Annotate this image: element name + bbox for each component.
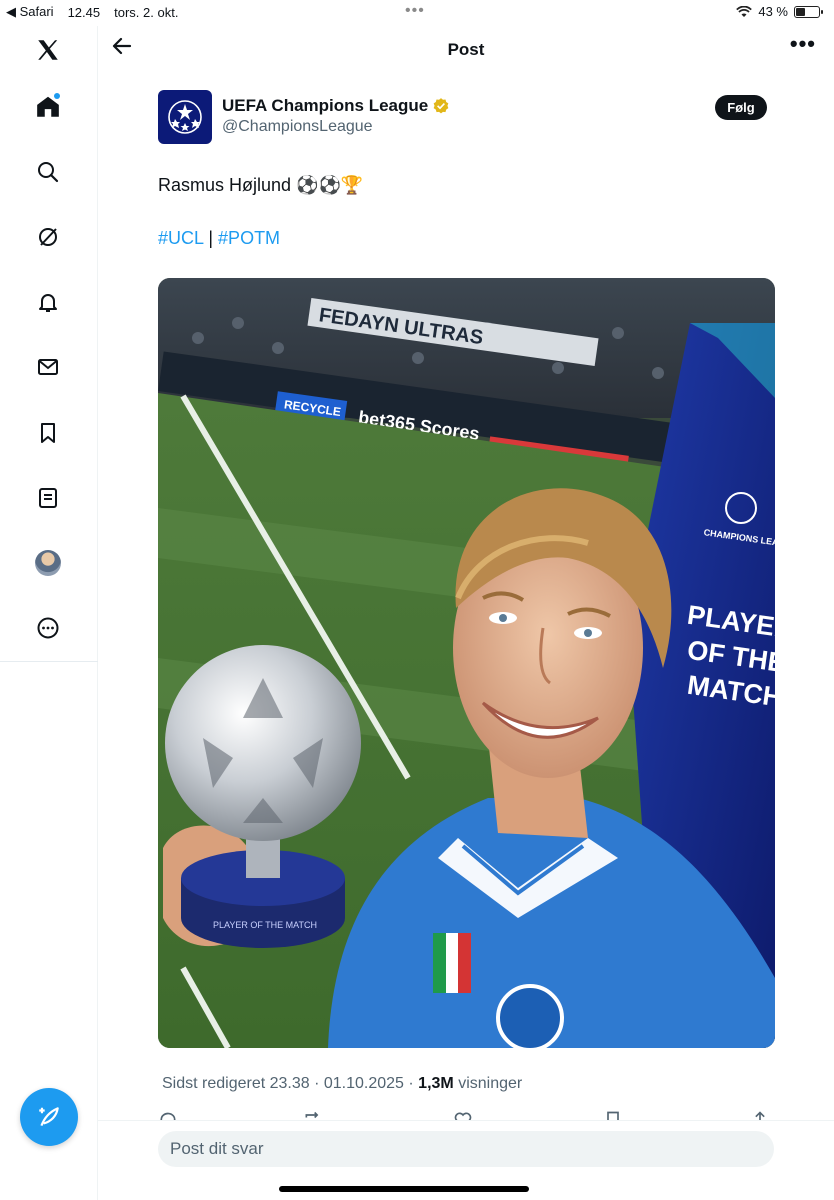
views-count: 1,3M xyxy=(418,1075,454,1092)
more-circle-icon[interactable] xyxy=(30,610,66,646)
trophy-base-text: PLAYER OF THE MATCH xyxy=(213,920,317,930)
status-time: 12.45 xyxy=(67,4,101,20)
bell-icon[interactable] xyxy=(30,284,66,320)
post-text: Rasmus Højlund ⚽⚽🏆 xyxy=(158,175,364,195)
page-title: Post xyxy=(447,40,485,59)
battery-percent: 43 % xyxy=(758,4,788,19)
status-date: tors. 2. okt. xyxy=(114,4,179,20)
hashtag-ucl[interactable]: #UCL xyxy=(158,228,203,248)
wifi-icon xyxy=(736,5,753,17)
hashtag-potm[interactable]: #POTM xyxy=(218,228,280,248)
hashtag-separator: | xyxy=(203,228,219,248)
edited-timestamp[interactable]: Sidst redigeret 23.38 · 01.10.2025 · xyxy=(162,1075,418,1092)
compose-icon xyxy=(39,1107,59,1127)
follow-button[interactable]: Følg xyxy=(715,95,767,120)
home-indicator[interactable] xyxy=(279,1186,529,1192)
author-name[interactable]: UEFA Champions League xyxy=(222,96,428,116)
lists-icon[interactable] xyxy=(30,480,66,516)
bookmark-icon[interactable] xyxy=(30,415,66,451)
mail-icon[interactable] xyxy=(30,349,66,385)
home-icon[interactable] xyxy=(30,89,66,125)
compose-button[interactable] xyxy=(20,1088,78,1146)
notification-dot xyxy=(54,93,60,99)
profile-avatar[interactable] xyxy=(30,545,66,581)
reply-input[interactable]: Post dit svar xyxy=(158,1131,774,1167)
verified-badge-icon xyxy=(433,98,449,114)
post-meta: Sidst redigeret 23.38 · 01.10.2025 · 1,3… xyxy=(162,1075,522,1093)
grok-icon[interactable] xyxy=(30,219,66,255)
sidebar xyxy=(0,26,98,1200)
search-icon[interactable] xyxy=(30,154,66,190)
views-label: visninger xyxy=(453,1075,523,1092)
sidebar-divider xyxy=(0,661,98,662)
x-logo-icon[interactable] xyxy=(30,32,66,68)
ucl-logo-avatar[interactable] xyxy=(158,90,212,144)
post-hashtags: #UCL | #POTM xyxy=(158,228,280,249)
post-author[interactable]: UEFA Champions League @ChampionsLeague xyxy=(158,90,450,144)
multitask-dots-icon[interactable]: ••• xyxy=(405,2,425,20)
battery-icon xyxy=(794,5,823,18)
selfie-image: FEDAYN ULTRAS RECYCLE bet365 Scores CHAM… xyxy=(158,278,775,1048)
post-photo[interactable]: FEDAYN ULTRAS RECYCLE bet365 Scores CHAM… xyxy=(158,278,775,1048)
author-handle[interactable]: @ChampionsLeague xyxy=(222,118,450,136)
more-options-icon[interactable]: ••• xyxy=(790,33,816,55)
back-to-app[interactable]: ◀ Safari xyxy=(6,4,54,20)
post-header: Post ••• xyxy=(98,26,834,74)
status-bar: ◀ Safari 12.45 tors. 2. okt. ••• 43 % xyxy=(0,0,834,26)
